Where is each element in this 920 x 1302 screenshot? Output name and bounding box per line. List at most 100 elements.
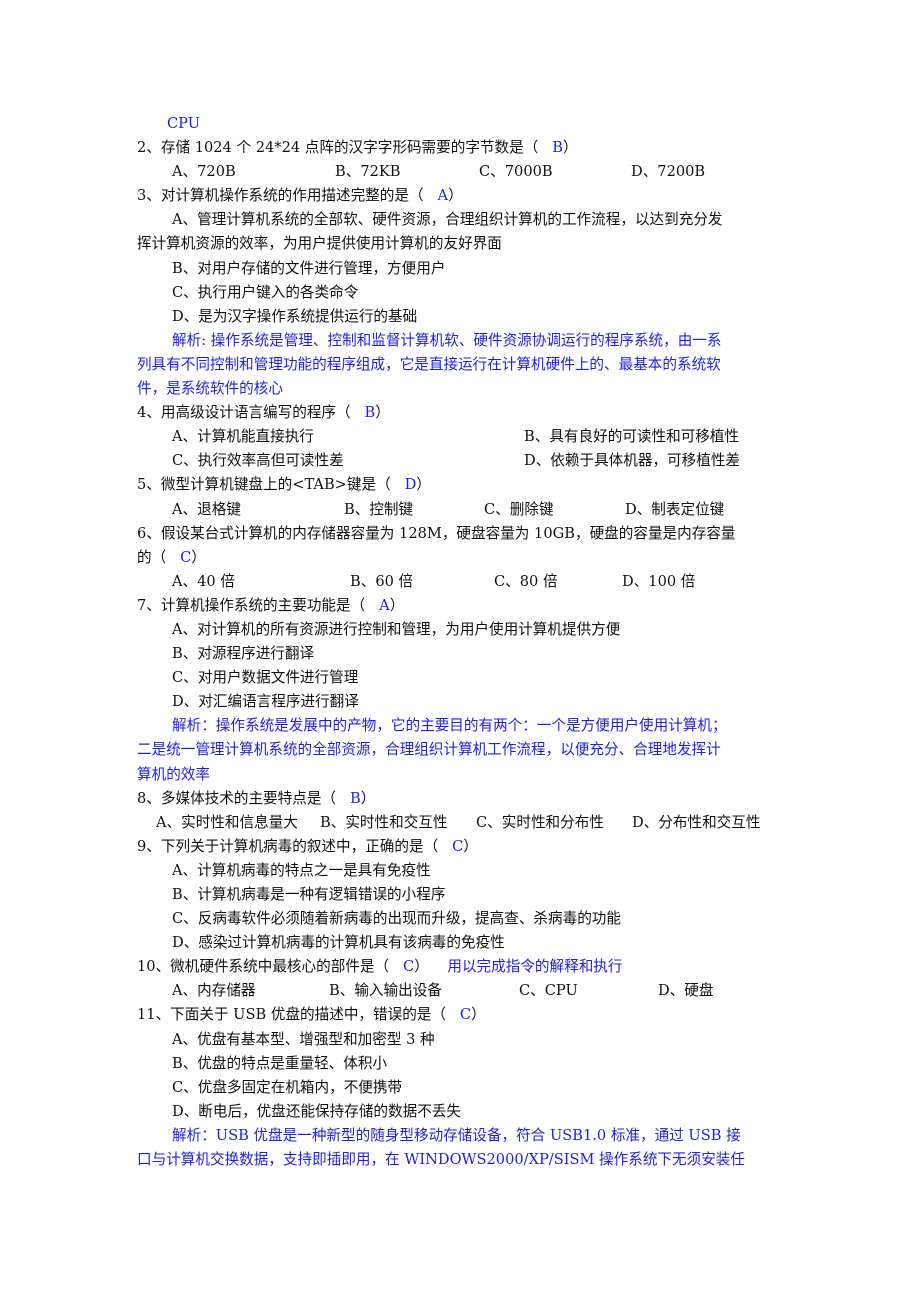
options-row: A、720B B、72KB C、7000B D、7200B [137, 160, 785, 184]
question-stem: 假设某台式计算机的内存储器容量为 128M，硬盘容量为 10GB，硬盘的容量是内… [160, 524, 736, 542]
option-d: D、分布性和交互性 [632, 813, 761, 831]
option-c: C、删除键 [484, 500, 554, 518]
question-stem: 下面关于 USB 优盘的描述中，错误的是（ [170, 1006, 446, 1024]
options-row: A、内存储器 B、输入输出设备 C、CPU D、硬盘 [137, 979, 785, 1003]
option-c: C、执行效率高但可读性差 [172, 452, 344, 470]
question-stem: 多媒体技术的主要特点是（ [160, 789, 337, 807]
option-a: A、720B [172, 163, 236, 181]
question-stem: 对计算机操作系统的作用描述完整的是（ [160, 187, 424, 205]
analysis-cont: 二是统一管理计算机系统的全部资源，合理组织计算机工作流程，以便充分、合理地发挥计 [137, 741, 721, 759]
option-d: D、对汇编语言程序进行翻译 [172, 693, 359, 711]
paren-close: ） [375, 404, 390, 422]
question-number: 3、 [137, 187, 161, 205]
document-page: CPU 2、存储 1024 个 24*24 点阵的汉字字形码需要的字节数是（ B… [137, 112, 785, 1172]
answer: B [349, 789, 361, 807]
question-stem: 计算机操作系统的主要功能是（ [160, 596, 366, 614]
answer: C [403, 958, 415, 976]
option-b: B、计算机病毒是一种有逻辑错误的小程序 [172, 886, 446, 903]
option-b: B、输入输出设备 [329, 982, 442, 1000]
option-a-cont: 挥计算机资源的效率，为用户提供使用计算机的友好界面 [137, 235, 502, 253]
question-stem: 微型计算机键盘上的<TAB>键是（ [160, 476, 391, 494]
option-b: B、72KB [335, 163, 401, 181]
option-a: A、计算机能直接执行 [172, 428, 314, 446]
option-a: A、40 倍 [172, 572, 235, 590]
paren-close: ） [414, 958, 429, 976]
paren-close: ） [416, 476, 431, 494]
question-number: 5、 [137, 476, 161, 494]
option-c: C、CPU [519, 982, 578, 1000]
options-row: A、退格键 B、控制键 C、删除键 D、制表定位键 [137, 498, 785, 522]
option-b: B、对源程序进行翻译 [172, 645, 315, 663]
option-b: B、实时性和交互性 [320, 813, 448, 831]
option-a: A、计算机病毒的特点之一是具有免疫性 [172, 861, 431, 879]
question-number: 9、 [137, 837, 161, 855]
option-c: C、执行用户键入的各类命令 [172, 283, 359, 301]
paren-close: ） [448, 187, 463, 205]
answer: A [437, 187, 449, 205]
option-c: C、对用户数据文件进行管理 [172, 669, 359, 687]
question-10: 10、微机硬件系统中最核心的部件是（ C） 用以完成指令的解释和执行 [137, 955, 785, 979]
paren-close: ） [463, 837, 478, 855]
question-number: 6、 [137, 524, 161, 542]
question-number: 8、 [137, 789, 161, 807]
option-d: D、是为汉字操作系统提供运行的基础 [172, 307, 418, 325]
question-8: 8、多媒体技术的主要特点是（ B） [137, 787, 785, 811]
option-c: C、7000B [479, 163, 553, 181]
question-stem: 微机硬件系统中最核心的部件是（ [170, 958, 390, 976]
analysis: 解析：操作系统是发展中的产物，它的主要目的有两个：一个是方便用户使用计算机； [172, 717, 727, 735]
question-9: 9、下列关于计算机病毒的叙述中，正确的是（ C） [137, 835, 785, 859]
analysis: 解析：USB 优盘是一种新型的随身型移动存储设备，符合 USB1.0 标准，通过… [172, 1126, 741, 1144]
analysis-cont: 件，是系统软件的核心 [137, 380, 283, 398]
option-d: D、依赖于具体机器，可移植性差 [524, 452, 741, 470]
option-d: D、7200B [631, 163, 706, 181]
paren-close: ） [562, 139, 578, 157]
answer: D [404, 476, 417, 494]
option-d: D、制表定位键 [625, 500, 725, 518]
question-4: 4、用高级设计语言编写的程序（ B） [137, 401, 785, 425]
option-b: B、对用户存储的文件进行管理，方便用户 [172, 259, 446, 277]
question-3: 3、对计算机操作系统的作用描述完整的是（ A） [137, 184, 785, 208]
option-a: A、优盘有基本型、增强型和加密型 3 种 [172, 1030, 435, 1048]
paren-close: ） [471, 1006, 486, 1024]
option-a: A、退格键 [172, 500, 241, 518]
options-row: A、计算机能直接执行 B、具有良好的可读性和可移植性 [137, 425, 785, 449]
question-number: 4、 [137, 404, 161, 422]
option-a: A、管理计算机系统的全部软、硬件资源，合理组织计算机的工作流程，以达到充分发 [172, 211, 723, 229]
question-2: 2、存储 1024 个 24*24 点阵的汉字字形码需要的字节数是（ B） [137, 136, 785, 160]
answer: C [180, 548, 192, 566]
option-b: B、优盘的特点是重量轻、体积小 [172, 1054, 388, 1072]
option-d: D、100 倍 [622, 572, 696, 590]
option-a: A、实时性和信息量大 [156, 813, 298, 831]
question-11: 11、下面关于 USB 优盘的描述中，错误的是（ C） [137, 1003, 785, 1027]
option-d: D、硬盘 [658, 982, 714, 1000]
option-c: C、反病毒软件必须随着新病毒的出现而升级，提高查、杀病毒的功能 [172, 910, 621, 928]
question-7: 7、计算机操作系统的主要功能是（ A） [137, 594, 785, 618]
answer: B [364, 404, 376, 422]
question-5: 5、微型计算机键盘上的<TAB>键是（ D） [137, 473, 785, 497]
question-stem: 用高级设计语言编写的程序（ [160, 404, 351, 422]
options-row: A、实时性和信息量大 B、实时性和交互性 C、实时性和分布性 D、分布性和交互性 [137, 811, 785, 835]
option-b: B、控制键 [344, 500, 414, 518]
analysis-cont: 算机的效率 [137, 765, 210, 783]
question-number: 10、 [137, 958, 171, 976]
paren-close: ） [191, 548, 206, 566]
question-number: 7、 [137, 596, 161, 614]
question-6-cont: 的（ C） [137, 546, 785, 570]
option-a: A、内存储器 [172, 982, 256, 1000]
analysis-cont: 列具有不同控制和管理功能的程序组成，它是直接运行在计算机硬件上的、最基本的系统软 [137, 355, 721, 373]
paren-close: ） [360, 789, 376, 807]
analysis-cont: 口与计算机交换数据，支持即插即用，在 WINDOWS2000/XP/SISM 操… [137, 1151, 745, 1169]
answer: C [459, 1006, 472, 1024]
option-d: D、感染过计算机病毒的计算机具有该病毒的免疫性 [172, 934, 505, 952]
answer-note: 用以完成指令的解释和执行 [447, 958, 623, 976]
answer: C [452, 837, 464, 855]
question-stem: 存储 1024 个 24*24 点阵的汉字字形码需要的字节数是（ [160, 139, 539, 157]
options-row: A、40 倍 B、60 倍 C、80 倍 D、100 倍 [137, 570, 785, 594]
question-6: 6、假设某台式计算机的内存储器容量为 128M，硬盘容量为 10GB，硬盘的容量… [137, 522, 785, 546]
options-row: C、执行效率高但可读性差 D、依赖于具体机器，可移植性差 [137, 449, 785, 473]
option-b: B、具有良好的可读性和可移植性 [524, 428, 740, 446]
option-c: C、实时性和分布性 [476, 813, 604, 831]
option-b: B、60 倍 [350, 572, 414, 590]
question-number: 11、 [137, 1006, 171, 1024]
question-number: 2、 [137, 139, 161, 157]
